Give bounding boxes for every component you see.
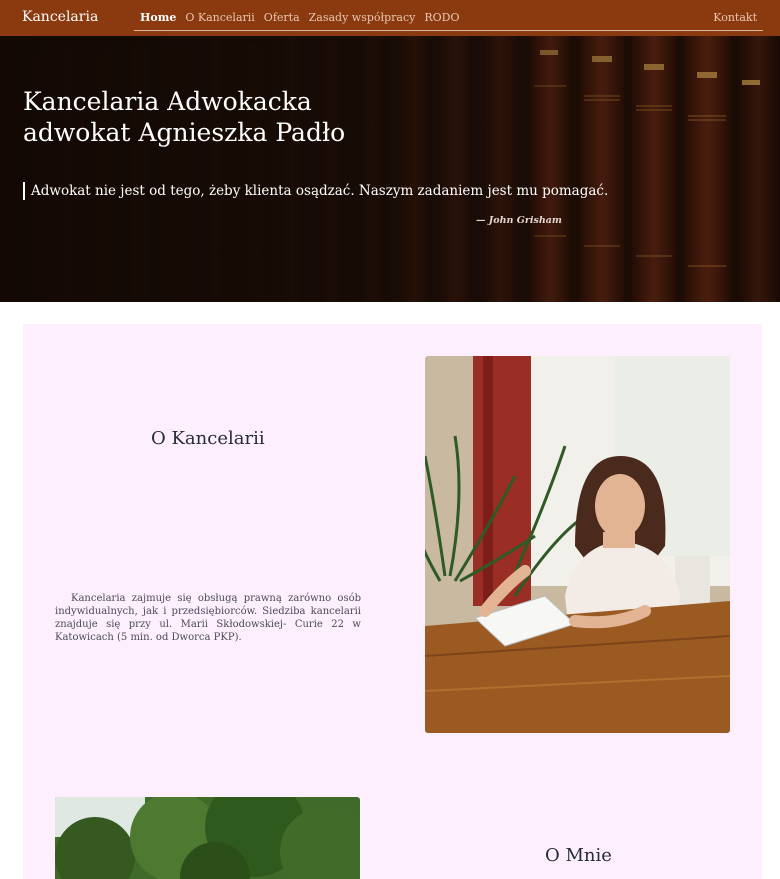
- about-section-title: O Kancelarii: [151, 428, 265, 449]
- hero-quote-author: — John Grisham: [476, 215, 562, 226]
- outdoor-photo: [55, 797, 360, 879]
- hero-banner: Kancelaria Adwokacka adwokat Agnieszka P…: [0, 36, 780, 302]
- lawyer-photo: [425, 356, 730, 733]
- hero-title: Kancelaria Adwokacka adwokat Agnieszka P…: [23, 86, 423, 148]
- about-section-text: Kancelaria zajmuje się obsługą prawną za…: [55, 593, 361, 643]
- nav-menu: Home O Kancelarii Oferta Zasady współpra…: [140, 11, 459, 24]
- nav-divider: [134, 30, 763, 31]
- lawyer-photo-image: [425, 356, 730, 733]
- hero-quote: Adwokat nie jest od tego, żeby klienta o…: [23, 182, 608, 200]
- nav-link-rodo[interactable]: RODO: [424, 11, 459, 24]
- navbar: Kancelaria Home O Kancelarii Oferta Zasa…: [0, 0, 780, 36]
- nav-link-zasady-wspolpracy[interactable]: Zasady współpracy: [309, 11, 416, 24]
- nav-link-oferta[interactable]: Oferta: [264, 11, 300, 24]
- hero-title-line-2: adwokat Agnieszka Padło: [23, 118, 346, 147]
- hero-title-line-1: Kancelaria Adwokacka: [23, 87, 312, 116]
- brand-link[interactable]: Kancelaria: [22, 9, 98, 25]
- nav-link-home[interactable]: Home: [140, 11, 176, 24]
- hero-overlay: [0, 36, 780, 302]
- main-content: O Kancelarii Kancelaria zajmuje się obsł…: [23, 324, 762, 879]
- about-me-section-title: O Mnie: [545, 845, 612, 866]
- nav-link-kontakt[interactable]: Kontakt: [713, 11, 757, 24]
- nav-link-o-kancelarii[interactable]: O Kancelarii: [185, 11, 254, 24]
- outdoor-photo-image: [55, 797, 360, 879]
